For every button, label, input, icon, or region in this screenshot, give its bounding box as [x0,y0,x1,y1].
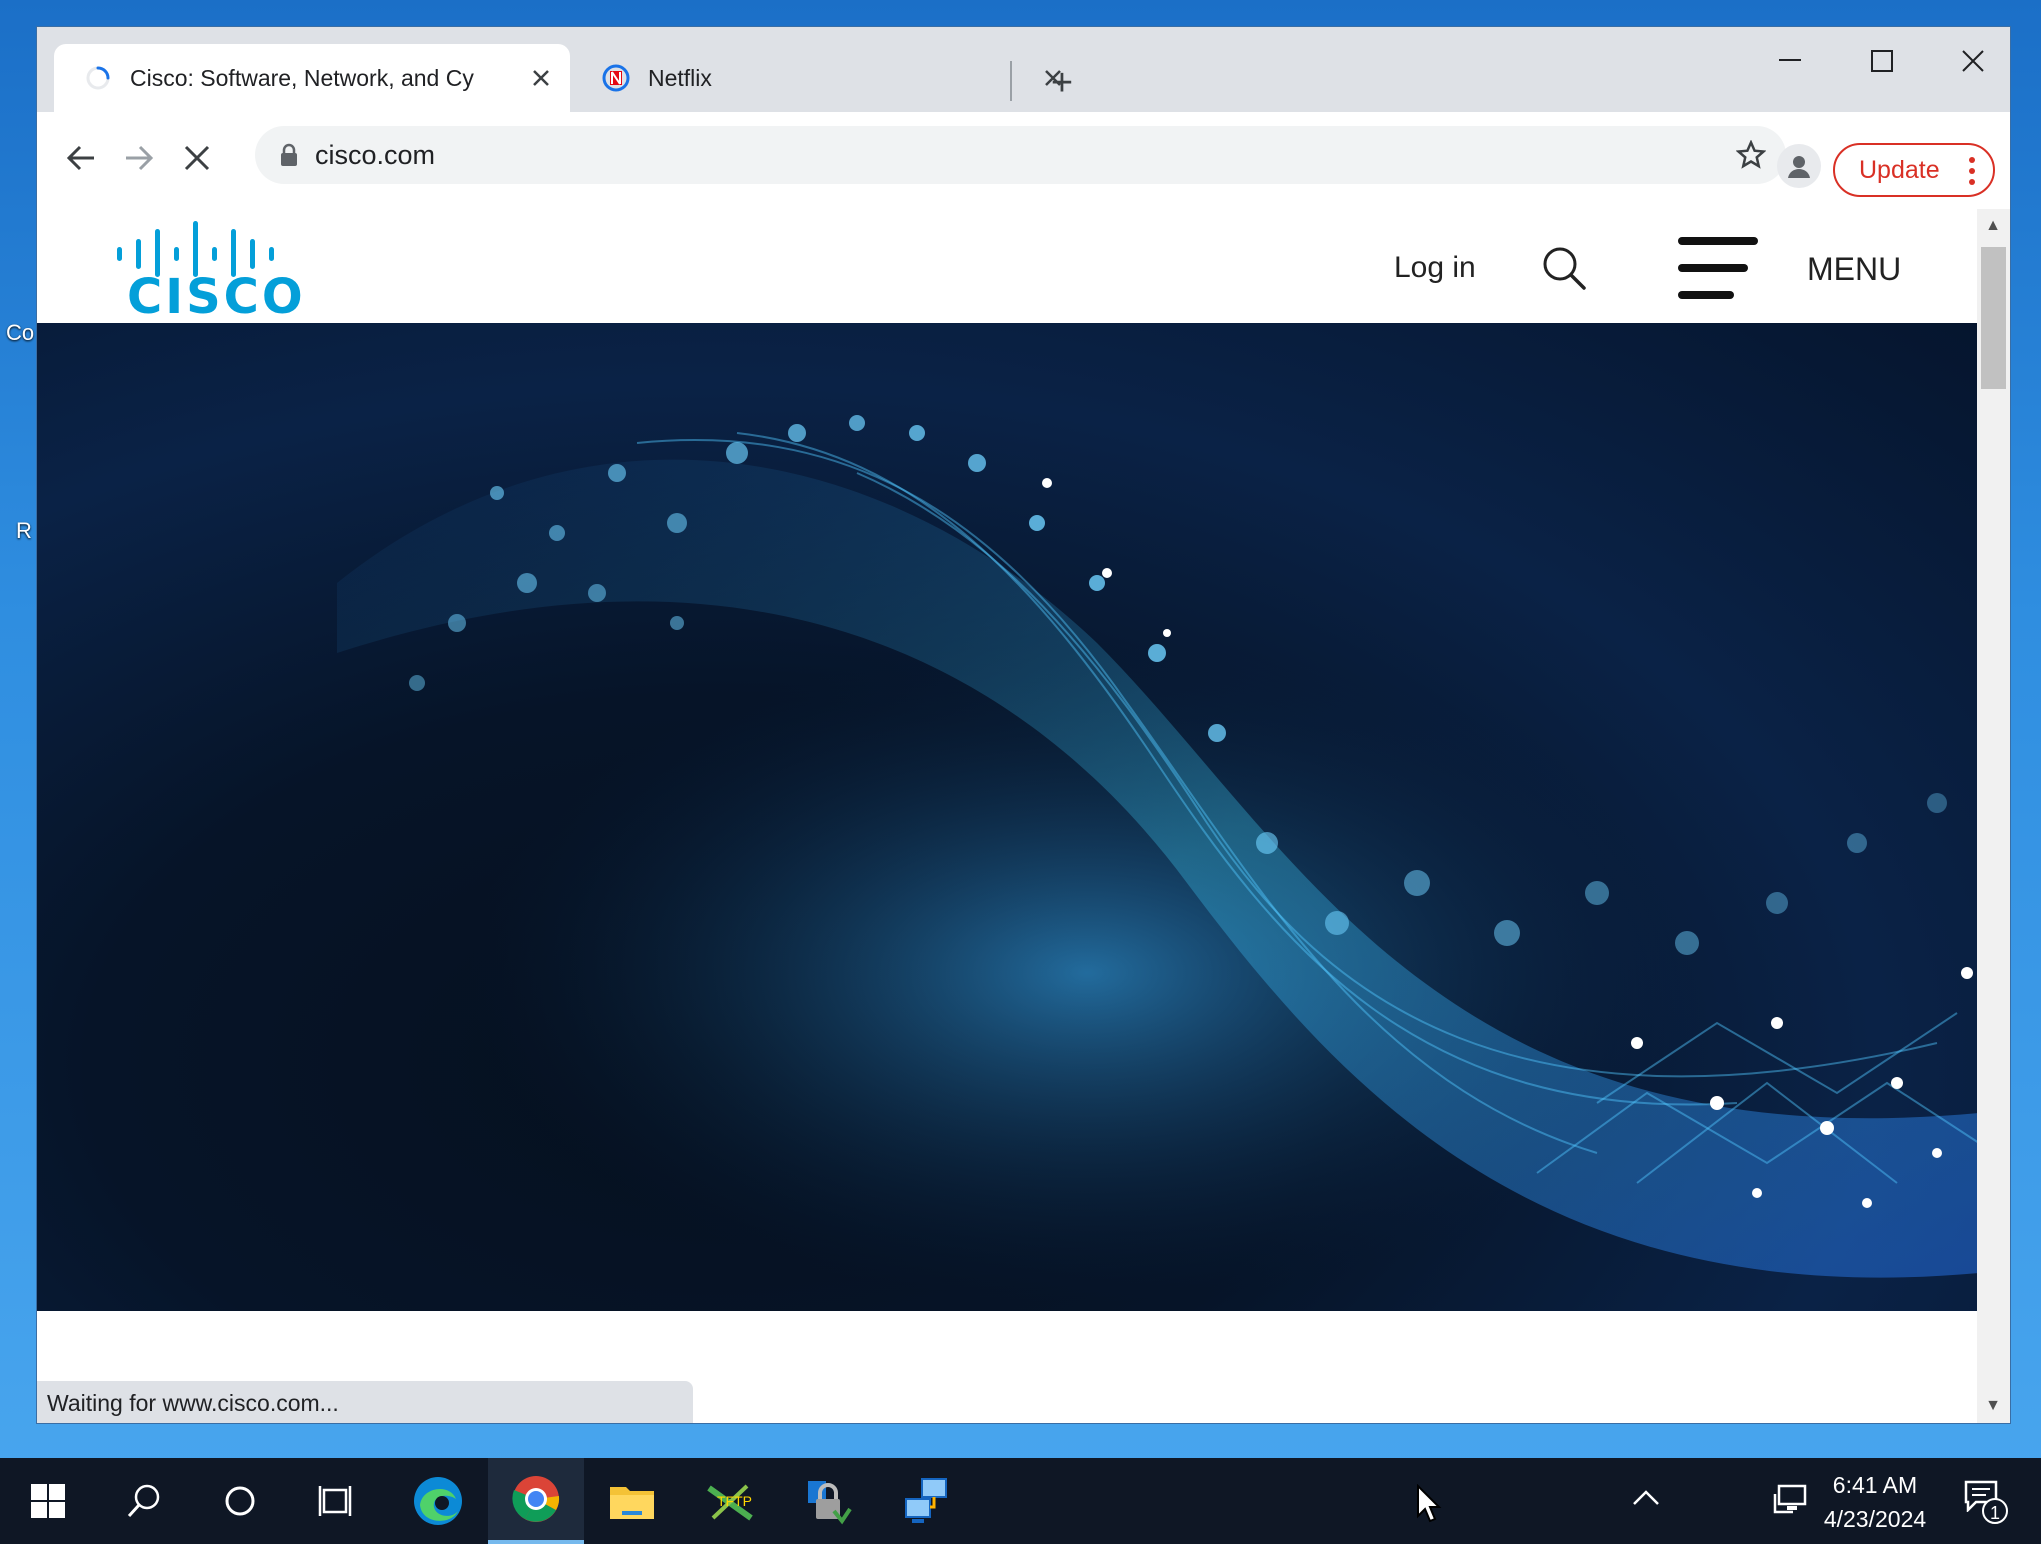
chevron-up-icon[interactable] [1632,1488,1660,1506]
scroll-down-icon[interactable]: ▼ [1983,1397,2003,1417]
network-wave-graphic [337,415,1979,1303]
svg-text:TFTP: TFTP [717,1493,752,1509]
system-clock[interactable]: 6:41 AM 4/23/2024 [1810,1468,1940,1536]
windows-logo-icon [31,1484,65,1518]
clock-date: 4/23/2024 [1823,1506,1927,1532]
loading-spinner-icon [86,66,110,90]
scroll-up-icon[interactable]: ▲ [1983,217,2003,237]
person-icon [1788,156,1810,178]
netflix-icon [602,64,630,92]
bookmark-star-icon[interactable] [1736,140,1766,170]
search-icon[interactable] [1541,245,1587,291]
desktop-icon-label[interactable]: R [16,518,32,544]
browser-toolbar: cisco.com Update [37,112,2010,210]
file-explorer-icon [610,1487,654,1519]
update-button[interactable]: Update [1833,143,1995,197]
scroll-thumb[interactable] [1981,247,2006,389]
hero-banner [37,323,1979,1311]
address-text: cisco.com [315,139,436,170]
update-label: Update [1859,155,1940,184]
search-button[interactable] [96,1458,192,1544]
tab-strip: Cisco: Software, Network, and Cy Netflix… [37,27,2010,112]
task-view-icon [318,1486,352,1516]
edge-button[interactable] [390,1458,486,1544]
clock-time: 6:41 AM [1832,1472,1918,1498]
address-bar[interactable]: cisco.com [255,126,1786,184]
menu-button[interactable]: MENU [1807,251,1901,288]
stop-loading-button[interactable] [173,134,221,182]
remote-network-button[interactable] [878,1458,974,1544]
edge-icon [414,1477,462,1525]
cortana-icon [225,1486,255,1516]
maximize-button[interactable] [1852,41,1912,81]
action-center-button[interactable]: 1 [1964,1480,2008,1524]
new-tab-button[interactable]: + [1038,61,1086,109]
minimize-button[interactable] [1760,41,1820,81]
page-viewport: CISCO Log in MENU [37,209,1979,1423]
network-tool-button[interactable]: TFTP [682,1458,778,1544]
site-header: CISCO Log in MENU [37,209,1979,325]
file-explorer-button[interactable] [584,1458,680,1544]
tab-netflix[interactable]: Netflix [572,44,1061,112]
more-vert-icon [1969,157,1975,185]
start-button[interactable] [0,1458,96,1544]
profile-button[interactable] [1777,144,1821,188]
desktop-icon-label[interactable]: Co [6,320,34,346]
forward-button[interactable] [115,134,163,182]
browser-window: Cisco: Software, Network, and Cy Netflix… [36,26,2011,1424]
hamburger-menu-icon[interactable] [1678,237,1762,303]
task-view-button[interactable] [288,1458,384,1544]
lock-icon [281,143,297,166]
cortana-button[interactable] [192,1458,288,1544]
vertical-scrollbar[interactable]: ▲ ▼ [1977,209,2010,1423]
chrome-icon [512,1476,560,1522]
vpn-lock-icon [808,1481,852,1525]
network-status-icon[interactable] [1773,1482,1809,1516]
tab-cisco[interactable]: Cisco: Software, Network, and Cy [54,44,570,112]
taskbar: TFTP 6:41 AM 4/23/2024 1 [0,1458,2041,1544]
tab-separator [1010,61,1012,101]
search-icon [127,1484,160,1518]
chrome-button[interactable] [488,1458,584,1544]
status-bar: Waiting for www.cisco.com... [37,1381,693,1423]
remote-network-icon [905,1478,947,1523]
mouse-pointer-icon [1417,1484,1442,1523]
close-window-button[interactable] [1943,41,2003,81]
close-tab-icon[interactable] [526,63,556,93]
network-tool-icon: TFTP [707,1484,753,1521]
vpn-lock-button[interactable] [780,1458,876,1544]
close-icon [184,145,210,171]
tab-title: Netflix [648,64,712,91]
arrow-right-icon [126,145,154,171]
notification-badge: 1 [1982,1498,2008,1524]
back-button[interactable] [57,134,105,182]
tab-title: Cisco: Software, Network, and Cy [130,64,474,91]
arrow-left-icon [66,145,94,171]
cisco-wordmark: CISCO [127,269,306,325]
login-link[interactable]: Log in [1394,251,1476,285]
